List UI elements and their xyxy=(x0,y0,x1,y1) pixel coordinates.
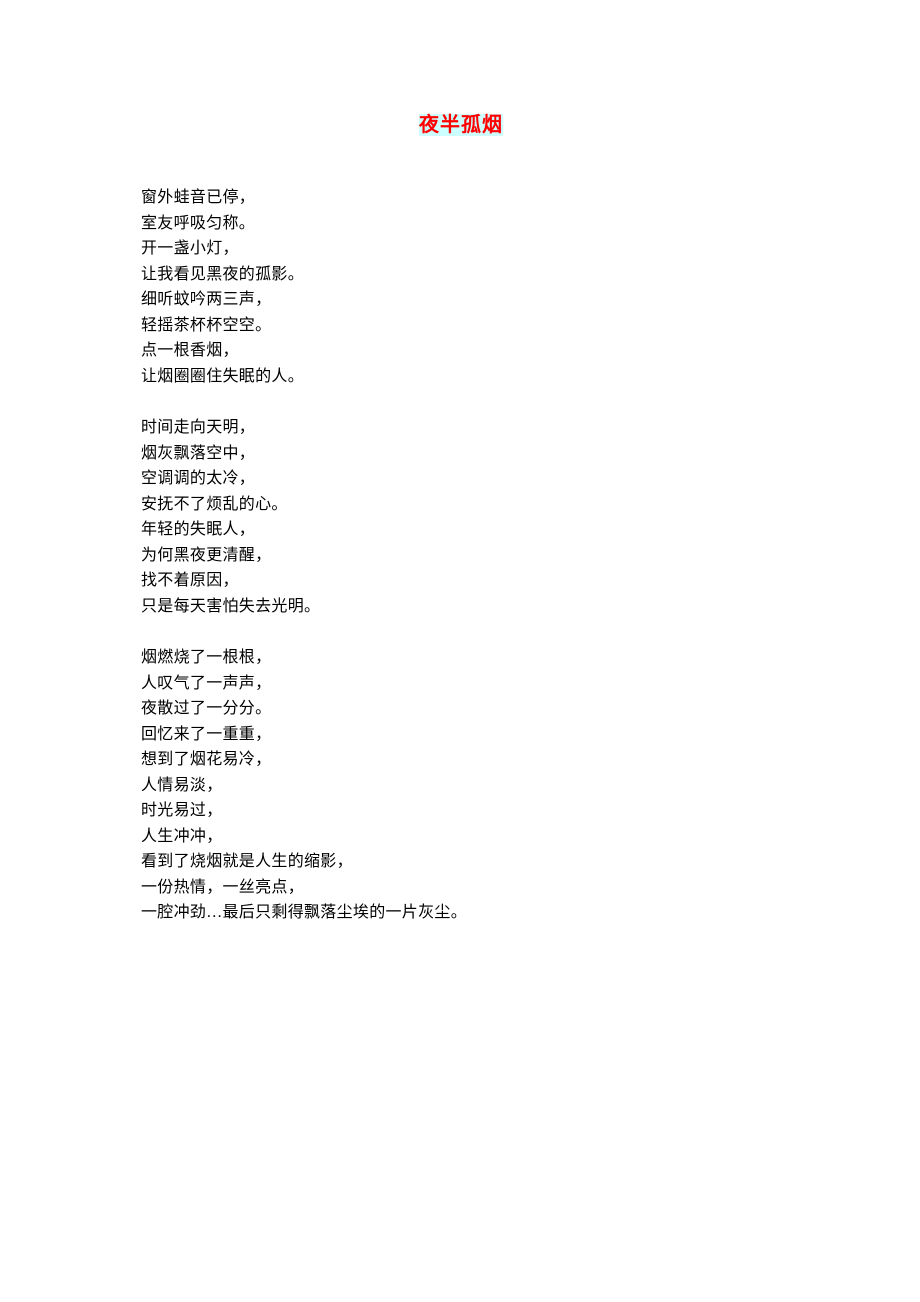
poem-line: 让我看见黑夜的孤影。 xyxy=(141,262,920,288)
poem-line: 人生冲冲， xyxy=(141,824,920,850)
poem-stanza: 窗外蛙音已停，室友呼吸匀称。开一盏小灯，让我看见黑夜的孤影。细听蚊吟两三声，轻摇… xyxy=(141,185,920,389)
poem-line: 烟燃烧了一根根， xyxy=(141,645,920,671)
poem-line: 室友呼吸匀称。 xyxy=(141,211,920,237)
poem-line: 细听蚊吟两三声， xyxy=(141,287,920,313)
poem-line: 安抚不了烦乱的心。 xyxy=(141,492,920,518)
poem-stanza: 烟燃烧了一根根，人叹气了一声声，夜散过了一分分。回忆来了一重重，想到了烟花易冷，… xyxy=(141,645,920,926)
poem-line: 烟灰飘落空中， xyxy=(141,441,920,467)
poem-line: 轻摇茶杯杯空空。 xyxy=(141,313,920,339)
poem-line: 年轻的失眠人， xyxy=(141,517,920,543)
poem-line: 让烟圈圈住失眠的人。 xyxy=(141,364,920,390)
poem-title: 夜半孤烟 xyxy=(141,108,781,137)
title-text: 夜半孤烟 xyxy=(419,114,503,136)
poem-line: 人叹气了一声声， xyxy=(141,671,920,697)
poem-line: 点一根香烟， xyxy=(141,338,920,364)
poem-line: 一腔冲劲…最后只剩得飘落尘埃的一片灰尘。 xyxy=(141,900,920,926)
poem-line: 人情易淡， xyxy=(141,773,920,799)
poem-line: 找不着原因， xyxy=(141,568,920,594)
poem-line: 开一盏小灯， xyxy=(141,236,920,262)
poem-line: 空调调的太冷， xyxy=(141,466,920,492)
poem-line: 时光易过， xyxy=(141,798,920,824)
poem-line: 夜散过了一分分。 xyxy=(141,696,920,722)
poem-stanza: 时间走向天明，烟灰飘落空中，空调调的太冷，安抚不了烦乱的心。年轻的失眠人，为何黑… xyxy=(141,415,920,619)
poem-line: 窗外蛙音已停， xyxy=(141,185,920,211)
poem-line: 时间走向天明， xyxy=(141,415,920,441)
poem-line: 想到了烟花易冷， xyxy=(141,747,920,773)
poem-line: 回忆来了一重重， xyxy=(141,722,920,748)
poem-line: 看到了烧烟就是人生的缩影， xyxy=(141,849,920,875)
poem-line: 为何黑夜更清醒， xyxy=(141,543,920,569)
poem-body: 窗外蛙音已停，室友呼吸匀称。开一盏小灯，让我看见黑夜的孤影。细听蚊吟两三声，轻摇… xyxy=(141,185,920,926)
poem-line: 只是每天害怕失去光明。 xyxy=(141,594,920,620)
poem-line: 一份热情，一丝亮点， xyxy=(141,875,920,901)
